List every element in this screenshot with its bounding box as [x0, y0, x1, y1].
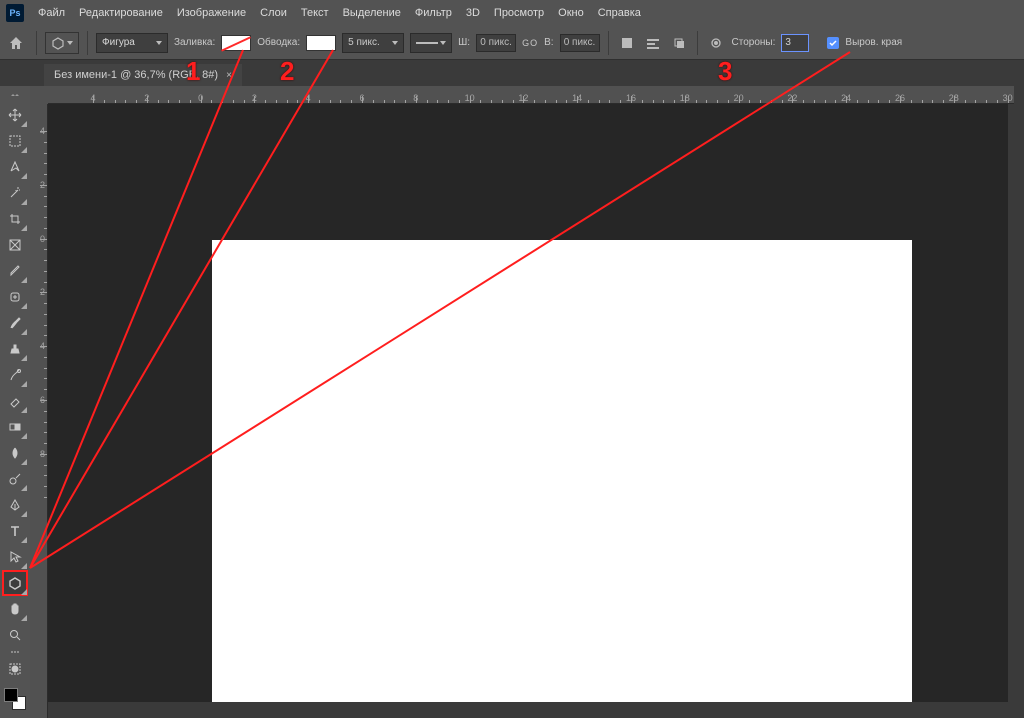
menu-edit[interactable]: Редактирование	[79, 7, 163, 19]
link-wh-icon[interactable]: GO	[522, 38, 538, 48]
zoom-tool[interactable]	[2, 622, 28, 648]
eraser-tool[interactable]	[2, 388, 28, 414]
sides-field[interactable]: 3	[781, 34, 809, 52]
document-tab[interactable]: Без имени-1 @ 36,7% (RGB, 8#) ×	[44, 64, 242, 86]
path-operations-button[interactable]	[617, 33, 637, 53]
menu-window[interactable]: Окно	[558, 7, 584, 19]
close-icon[interactable]: ×	[226, 70, 232, 81]
move-tool[interactable]	[2, 102, 28, 128]
tools-panel	[0, 86, 30, 718]
align-edges-checkbox[interactable]	[827, 37, 839, 49]
edit-toolbar-icon[interactable]	[6, 651, 24, 655]
width-field[interactable]: 0 пикс.	[476, 34, 516, 52]
tool-preset-dropdown[interactable]	[45, 32, 79, 54]
width-label: Ш:	[458, 37, 470, 48]
stroke-label: Обводка:	[257, 37, 300, 48]
height-field[interactable]: 0 пикс.	[560, 34, 600, 52]
document-tab-title: Без имени-1 @ 36,7% (RGB, 8#)	[54, 69, 218, 81]
document-workarea: 42024681012141618202224262830 4202468	[30, 86, 1024, 718]
magic-wand-tool[interactable]	[2, 180, 28, 206]
menu-image[interactable]: Изображение	[177, 7, 246, 19]
brush-tool[interactable]	[2, 310, 28, 336]
menu-filter[interactable]: Фильтр	[415, 7, 452, 19]
menu-select[interactable]: Выделение	[343, 7, 401, 19]
menu-help[interactable]: Справка	[598, 7, 641, 19]
crop-tool[interactable]	[2, 206, 28, 232]
frame-tool[interactable]	[2, 232, 28, 258]
ruler-origin[interactable]	[30, 86, 48, 104]
chevron-down-icon	[156, 41, 162, 45]
marquee-tool[interactable]	[2, 128, 28, 154]
eyedropper-tool[interactable]	[2, 258, 28, 284]
menu-text[interactable]: Текст	[301, 7, 329, 19]
options-bar: Фигура Заливка: Обводка: 5 пикс. Ш: 0 пи…	[0, 26, 1024, 60]
collapsed-panels-strip[interactable]	[1014, 60, 1024, 718]
quick-mask-toggle[interactable]	[2, 656, 28, 682]
menu-3d[interactable]: 3D	[466, 7, 480, 19]
menu-layers[interactable]: Слои	[260, 7, 287, 19]
tool-mode-select[interactable]: Фигура	[96, 33, 168, 53]
menubar: Ps Файл Редактирование Изображение Слои …	[0, 0, 1024, 26]
menu-file[interactable]: Файл	[38, 7, 65, 19]
main-area: 42024681012141618202224262830 4202468	[0, 86, 1024, 718]
chevron-down-icon	[440, 41, 446, 45]
menu-view[interactable]: Просмотр	[494, 7, 544, 19]
align-edges-label: Выров. края	[845, 37, 902, 48]
gradient-tool[interactable]	[2, 414, 28, 440]
path-arrangement-button[interactable]	[669, 33, 689, 53]
stroke-width-value: 5 пикс.	[348, 37, 380, 48]
horizontal-scrollbar[interactable]	[48, 702, 1024, 718]
chevron-down-icon	[392, 41, 398, 45]
vertical-ruler[interactable]: 4202468	[30, 86, 48, 718]
stroke-width-field[interactable]: 5 пикс.	[342, 33, 404, 53]
polygon-shape-tool[interactable]	[2, 570, 28, 596]
blur-tool[interactable]	[2, 440, 28, 466]
path-alignment-button[interactable]	[643, 33, 663, 53]
ps-logo: Ps	[6, 4, 24, 22]
height-label: В:	[544, 37, 553, 48]
foreground-background-colors[interactable]	[2, 686, 28, 712]
horizontal-ruler[interactable]: 42024681012141618202224262830	[48, 86, 1024, 104]
canvas[interactable]	[212, 240, 912, 706]
sides-label: Стороны:	[732, 37, 776, 48]
hand-tool[interactable]	[2, 596, 28, 622]
stroke-swatch[interactable]	[306, 35, 336, 51]
gear-icon[interactable]	[706, 33, 726, 53]
solid-line-icon	[416, 42, 438, 44]
document-tabbar: Без имени-1 @ 36,7% (RGB, 8#) ×	[0, 60, 1024, 86]
lasso-tool[interactable]	[2, 154, 28, 180]
stroke-type-select[interactable]	[410, 33, 452, 53]
type-tool[interactable]	[2, 518, 28, 544]
fill-label: Заливка:	[174, 37, 215, 48]
panel-toggle-icon[interactable]	[6, 90, 24, 100]
dodge-tool[interactable]	[2, 466, 28, 492]
fill-swatch[interactable]	[221, 35, 251, 51]
clone-stamp-tool[interactable]	[2, 336, 28, 362]
tool-mode-label: Фигура	[102, 37, 135, 48]
healing-brush-tool[interactable]	[2, 284, 28, 310]
foreground-color-swatch[interactable]	[4, 688, 18, 702]
home-button[interactable]	[4, 31, 28, 55]
path-selection-tool[interactable]	[2, 544, 28, 570]
history-brush-tool[interactable]	[2, 362, 28, 388]
pen-tool[interactable]	[2, 492, 28, 518]
chevron-down-icon	[67, 41, 73, 45]
